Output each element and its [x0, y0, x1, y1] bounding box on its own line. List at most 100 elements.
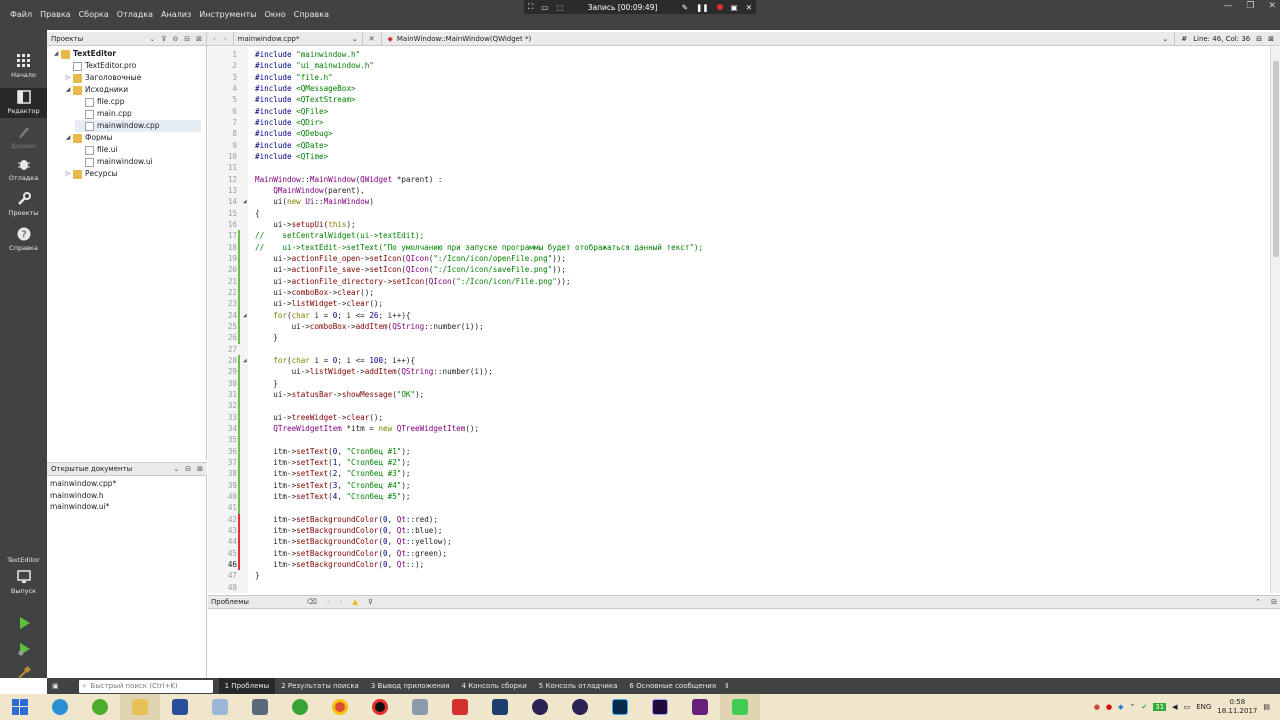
- mode-editor[interactable]: Редактор: [0, 88, 47, 118]
- tree-item[interactable]: mainwindow.cpp: [75, 120, 201, 132]
- output-tab[interactable]: 5 Консоль отладчика: [533, 678, 624, 694]
- mode-debug[interactable]: Отладка: [0, 157, 47, 187]
- tray-volume-icon[interactable]: ◀: [1172, 703, 1177, 711]
- tree-arrow-icon[interactable]: ▷: [63, 72, 73, 84]
- fold-icon[interactable]: ◢: [243, 355, 247, 366]
- menu-item[interactable]: Справка: [290, 0, 333, 30]
- menu-item[interactable]: Файл: [6, 0, 36, 30]
- output-tab[interactable]: 1 Проблемы: [218, 678, 276, 694]
- close-panel-icon[interactable]: ⊠: [196, 35, 202, 43]
- menu-item[interactable]: Инструменты: [195, 0, 260, 30]
- warning-icon[interactable]: ▲: [352, 598, 357, 606]
- tree-item[interactable]: TextEditor.pro: [63, 60, 201, 72]
- tree-item[interactable]: main.cpp: [75, 108, 201, 120]
- toggle-sidebar-icon[interactable]: ▣: [52, 682, 59, 690]
- clear-icon[interactable]: ⌫: [307, 598, 317, 606]
- open-document-item[interactable]: mainwindow.cpp*: [50, 478, 200, 489]
- output-tab[interactable]: 4 Консоль сборки: [456, 678, 533, 694]
- filter-icon[interactable]: ⊽: [368, 598, 373, 606]
- run-button[interactable]: [0, 616, 47, 632]
- taskbar-app-explorer[interactable]: [120, 694, 160, 720]
- output-tab[interactable]: 2 Результаты поиска: [275, 678, 365, 694]
- taskbar-app-chrome[interactable]: [320, 694, 360, 720]
- chevron-down-icon[interactable]: ⌄: [173, 465, 179, 473]
- tree-item[interactable]: ◢ Формы: [63, 132, 201, 144]
- fullscreen-icon[interactable]: ⛶: [528, 2, 533, 12]
- taskbar-app-tool[interactable]: [240, 694, 280, 720]
- minimize-icon[interactable]: —: [1223, 0, 1232, 12]
- close-panel-icon[interactable]: ⊠: [197, 465, 203, 473]
- split-icon[interactable]: ⊟: [184, 35, 190, 43]
- tree-item[interactable]: ▷ Заголовочные: [63, 72, 201, 84]
- tray-chrome-icon[interactable]: ●: [1094, 703, 1100, 711]
- taskbar-app-aftereffects[interactable]: [640, 694, 680, 720]
- scrollbar-thumb[interactable]: [1273, 61, 1279, 257]
- taskbar-app-floppy[interactable]: [160, 694, 200, 720]
- debug-run-button[interactable]: [0, 642, 47, 658]
- file-selector[interactable]: mainwindow.cpp* ⌄: [232, 31, 363, 46]
- mode-projects[interactable]: Проекты: [0, 192, 47, 222]
- taskbar-app-green[interactable]: [80, 694, 120, 720]
- record-icon[interactable]: [716, 4, 723, 10]
- taskbar-app-torrent[interactable]: [280, 694, 320, 720]
- taskbar-app-qt[interactable]: [720, 694, 760, 720]
- tray-lang[interactable]: ENG: [1196, 703, 1211, 711]
- taskbar-app-ie[interactable]: [40, 694, 80, 720]
- tree-item[interactable]: ◢ TextEditor: [51, 48, 201, 60]
- tray-battery-icon[interactable]: ▭: [1184, 703, 1191, 711]
- notifications-icon[interactable]: ▤: [1263, 703, 1270, 711]
- tree-item[interactable]: file.cpp: [75, 96, 201, 108]
- taskbar-app-photoshop[interactable]: [600, 694, 640, 720]
- tree-item[interactable]: ▷ Ресурсы: [63, 168, 201, 180]
- menu-item[interactable]: Окно: [260, 0, 289, 30]
- taskbar-app-eclipse2[interactable]: [560, 694, 600, 720]
- split-editor-icon[interactable]: ⊟: [1256, 35, 1262, 43]
- link-icon[interactable]: ⊖: [172, 35, 178, 43]
- start-button[interactable]: [0, 694, 40, 720]
- kit-selector[interactable]: Выпуск: [0, 570, 47, 600]
- tree-arrow-icon[interactable]: ◢: [51, 48, 61, 60]
- output-tab[interactable]: 6 Основные сообщения: [623, 678, 722, 694]
- projects-title[interactable]: Проекты: [51, 35, 83, 43]
- window-icon[interactable]: ▭: [541, 3, 548, 12]
- chevron-down-icon[interactable]: ⌄: [149, 35, 155, 43]
- pause-icon[interactable]: ❚❚: [696, 3, 709, 12]
- close-icon[interactable]: ✕: [746, 3, 752, 12]
- taskbar-app-notes[interactable]: [200, 694, 240, 720]
- open-documents-title[interactable]: Открытые документы: [51, 465, 132, 473]
- tray-badge[interactable]: 31: [1153, 703, 1167, 711]
- taskbar-app-drive[interactable]: [400, 694, 440, 720]
- next-icon[interactable]: ›: [340, 598, 343, 606]
- open-document-item[interactable]: mainwindow.ui*: [50, 501, 200, 512]
- taskbar-app-record[interactable]: [360, 694, 400, 720]
- taskbar-app-download[interactable]: [440, 694, 480, 720]
- filter-icon[interactable]: ⊽: [161, 35, 166, 43]
- symbol-selector[interactable]: ◆ MainWindow::MainWindow(QWidget *) ⌄: [380, 31, 1175, 46]
- tray-check-icon[interactable]: ✔: [1141, 703, 1147, 711]
- close-editor-icon[interactable]: ⊠: [1268, 35, 1274, 43]
- tray-clock[interactable]: 0:58 18.11.2017: [1217, 698, 1257, 716]
- maximize-icon[interactable]: ⌃: [1255, 598, 1261, 606]
- region-icon[interactable]: ⬚: [556, 3, 563, 12]
- close-window-icon[interactable]: ✕: [1268, 0, 1276, 12]
- forward-icon[interactable]: ›: [224, 35, 227, 43]
- restore-icon[interactable]: ❐: [1246, 0, 1254, 12]
- fold-icon[interactable]: ◢: [243, 196, 247, 207]
- tray-up-icon[interactable]: ⌃: [1130, 703, 1136, 711]
- taskbar-app-vs[interactable]: [680, 694, 720, 720]
- menu-item[interactable]: Сборка: [75, 0, 113, 30]
- tree-item[interactable]: mainwindow.ui: [75, 156, 201, 168]
- back-icon[interactable]: ‹: [213, 35, 216, 43]
- editor-scrollbar[interactable]: [1270, 47, 1280, 593]
- split-icon[interactable]: ⊟: [185, 465, 191, 473]
- tabs-more-icon[interactable]: ⇕: [724, 682, 730, 690]
- taskbar-app-eclipse[interactable]: [520, 694, 560, 720]
- code-editor[interactable]: 1 #include "mainwindow.h" 2 #include "ui_ma…: [208, 47, 1270, 593]
- prev-icon[interactable]: ‹: [327, 598, 330, 606]
- build-button[interactable]: [0, 666, 47, 682]
- locator-input[interactable]: ⌕ Быстрый поиск (Ctrl+K): [78, 679, 213, 693]
- open-document-item[interactable]: mainwindow.h: [50, 490, 200, 501]
- camera-icon[interactable]: ▣: [731, 3, 738, 12]
- menu-item[interactable]: Отладка: [113, 0, 157, 30]
- tree-arrow-icon[interactable]: ◢: [63, 84, 73, 96]
